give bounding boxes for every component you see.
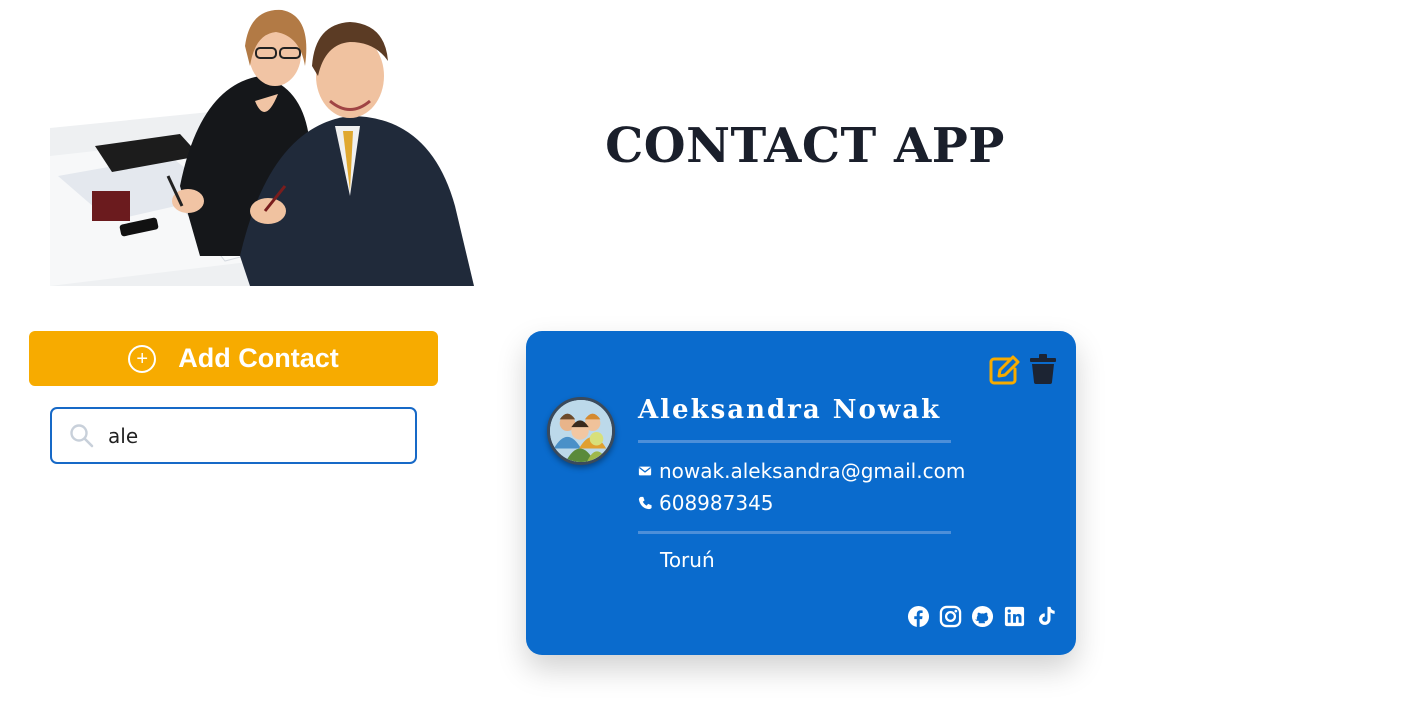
contact-email-row: nowak.aleksandra@gmail.com [638, 459, 965, 483]
avatar [547, 397, 615, 465]
instagram-icon[interactable] [939, 605, 962, 628]
search-input[interactable] [108, 423, 398, 448]
contact-email: nowak.aleksandra@gmail.com [659, 459, 966, 483]
contact-phone: 608987345 [659, 491, 774, 515]
hero-image [50, 6, 474, 286]
contact-card: Aleksandra Nowak nowak.aleksandra@gmail.… [526, 331, 1076, 655]
social-links [907, 605, 1058, 628]
search-box[interactable] [50, 407, 417, 464]
edit-icon[interactable] [988, 355, 1020, 385]
tiktok-icon[interactable] [1035, 605, 1058, 628]
add-contact-button[interactable]: + Add Contact [29, 331, 438, 386]
divider [638, 531, 951, 534]
github-icon[interactable] [971, 605, 994, 628]
trash-icon[interactable] [1030, 354, 1056, 384]
linkedin-icon[interactable] [1003, 605, 1026, 628]
contact-city: Toruń [660, 548, 715, 572]
group-avatar-icon [550, 400, 612, 462]
envelope-icon [638, 466, 652, 476]
contact-app-page: CONTACT APP + Add Contact ale Aleksandra… [0, 0, 1423, 713]
facebook-icon[interactable] [907, 605, 930, 628]
divider [638, 440, 951, 443]
contact-phone-row: 608987345 [638, 491, 774, 515]
add-contact-label: Add Contact [178, 343, 339, 373]
plus-circle-icon: + [128, 344, 157, 373]
page-title: CONTACT APP [605, 118, 1005, 174]
contact-name: Aleksandra Nowak [638, 395, 942, 425]
phone-icon [638, 496, 652, 510]
search-icon [70, 423, 94, 447]
